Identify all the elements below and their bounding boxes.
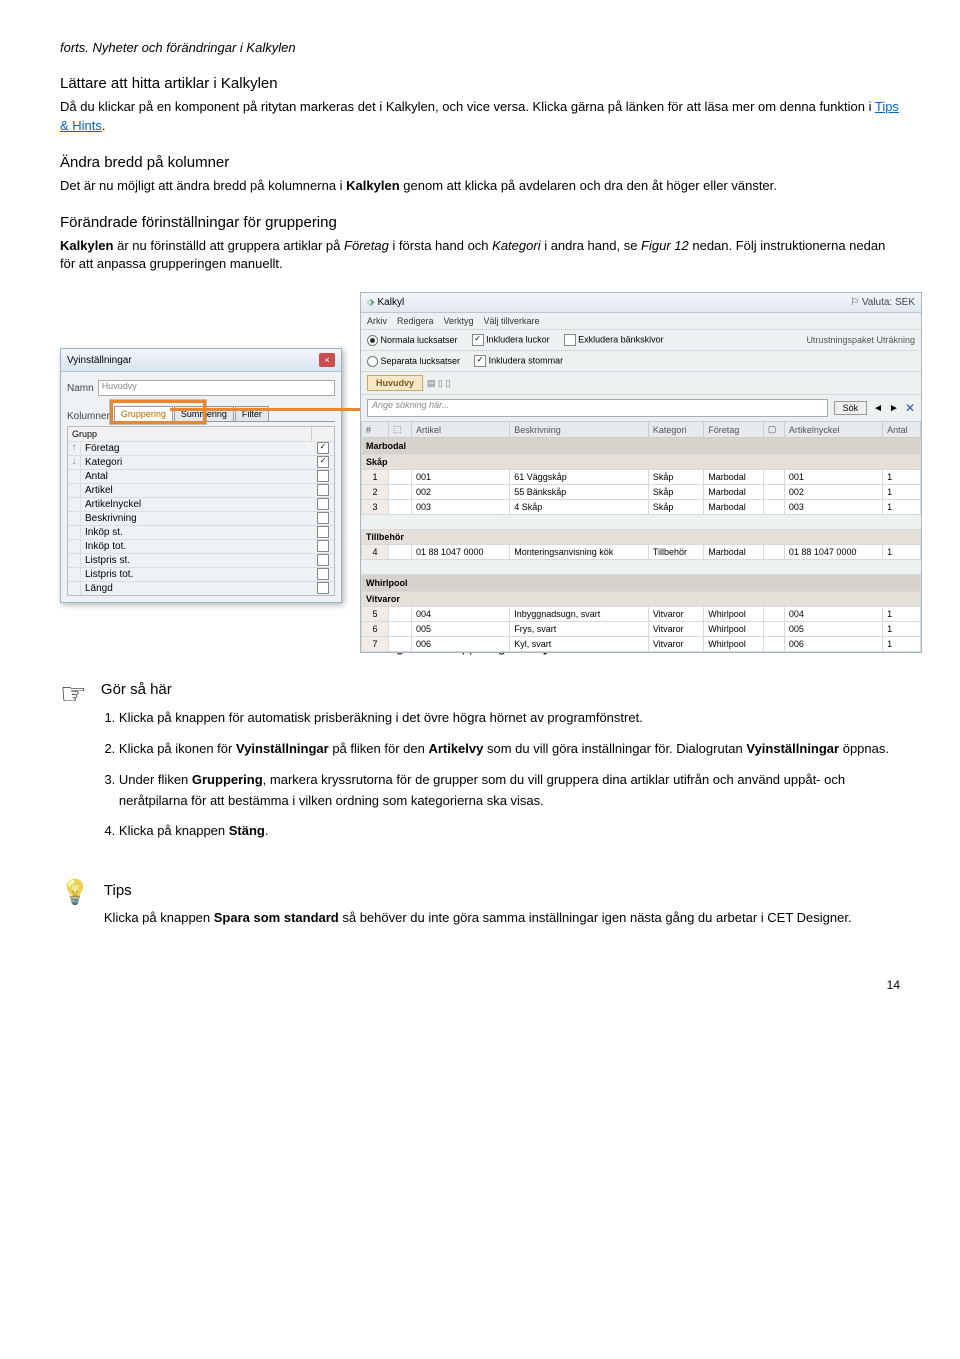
chk-exkl[interactable] bbox=[564, 334, 576, 346]
namn-label: Namn bbox=[67, 383, 94, 394]
list-item: Klicka på knappen för automatisk prisber… bbox=[119, 708, 900, 729]
table-row[interactable]: 6005Frys, svartVitvarorWhirlpool0051 bbox=[362, 622, 921, 637]
table-row[interactable]: 401 88 1047 0000Monteringsanvisning kökT… bbox=[362, 545, 921, 560]
chk-luckor[interactable] bbox=[472, 334, 484, 346]
checkbox[interactable] bbox=[317, 582, 329, 594]
menu-arkiv[interactable]: Arkiv bbox=[367, 316, 387, 326]
menu-redigera[interactable]: Redigera bbox=[397, 316, 434, 326]
callout-arrow bbox=[170, 408, 390, 411]
checkbox[interactable] bbox=[317, 498, 329, 510]
section2-title: Ändra bredd på kolumner bbox=[60, 154, 900, 171]
search-clear-icon[interactable]: ✕ bbox=[905, 401, 915, 415]
kol-label: Kolumner bbox=[67, 411, 110, 422]
section3-text: Kalkylen är nu förinställd att gruppera … bbox=[60, 237, 900, 275]
tips-text: Klicka på knappen Spara som standard så … bbox=[104, 909, 900, 928]
kalkyl-window: ⬗ Kalkyl ⚐ Valuta: SEK Arkiv Redigera Ve… bbox=[360, 292, 922, 653]
section3-title: Förändrade förinställningar för grupperi… bbox=[60, 214, 900, 231]
list-item: Klicka på knappen Stäng. bbox=[119, 821, 900, 842]
close-icon[interactable]: × bbox=[319, 353, 335, 367]
checkbox[interactable] bbox=[317, 484, 329, 496]
checkbox[interactable] bbox=[317, 526, 329, 538]
tips-title: Tips bbox=[104, 882, 900, 899]
table-row[interactable]: 5004Inbyggnadsugn, svartVitvarorWhirlpoo… bbox=[362, 607, 921, 622]
radio-normala[interactable] bbox=[367, 335, 378, 346]
tab-tools-icon[interactable]: ▤ ▯ ▯ bbox=[427, 378, 450, 389]
search-button[interactable]: Sök bbox=[834, 401, 868, 415]
right-links[interactable]: Utrustningspaket Uträkning bbox=[806, 335, 915, 345]
chk-stommar[interactable] bbox=[474, 355, 486, 367]
table-row[interactable]: 100161 VäggskåpSkåpMarbodal0011 bbox=[362, 470, 921, 485]
pointing-hand-icon: ☞ bbox=[60, 677, 87, 712]
instructions-list: Klicka på knappen för automatisk prisber… bbox=[119, 708, 900, 842]
arrow-up-icon[interactable]: ↑ bbox=[68, 442, 81, 455]
search-prev-icon[interactable]: ◄ bbox=[873, 403, 883, 414]
search-input[interactable]: Ange sökning här... bbox=[367, 399, 828, 417]
namn-input[interactable]: Huvudvy bbox=[98, 380, 335, 396]
lightbulb-icon: 💡 bbox=[60, 878, 90, 942]
arrow-down-icon[interactable]: ↓ bbox=[68, 456, 81, 469]
gor-title: Gör så här bbox=[101, 681, 900, 698]
tab-huvudvy[interactable]: Huvudvy bbox=[367, 375, 423, 391]
figure-12: Vyinställningar × Namn Huvudvy Kolumner … bbox=[60, 292, 900, 622]
checkbox[interactable] bbox=[317, 554, 329, 566]
list-item: Klicka på ikonen för Vyinställningar på … bbox=[119, 739, 900, 760]
valuta-label: ⚐ Valuta: SEK bbox=[850, 297, 915, 308]
menu-bar: Arkiv Redigera Verktyg Välj tillverkare bbox=[361, 313, 921, 330]
menu-verktyg[interactable]: Verktyg bbox=[444, 316, 474, 326]
page-header: forts. Nyheter och förändringar i Kalkyl… bbox=[60, 40, 900, 55]
list-item: Under fliken Gruppering, markera kryssru… bbox=[119, 770, 900, 812]
checkbox[interactable] bbox=[317, 442, 329, 454]
checkbox[interactable] bbox=[317, 470, 329, 482]
table-row[interactable]: 200255 BänkskåpSkåpMarbodal0021 bbox=[362, 485, 921, 500]
section2-text: Det är nu möjligt att ändra bredd på kol… bbox=[60, 177, 900, 196]
table-row[interactable]: 30034 SkåpSkåpMarbodal0031 bbox=[362, 500, 921, 515]
vy-title-text: Vyinställningar bbox=[67, 355, 132, 366]
page-number: 14 bbox=[60, 978, 900, 992]
kalkyl-table: #⬚ArtikelBeskrivningKategoriFöretag▢Arti… bbox=[361, 421, 921, 652]
grupp-header: Grupp bbox=[68, 427, 312, 441]
table-row[interactable]: 7006Kyl, svartVitvarorWhirlpool0061 bbox=[362, 637, 921, 652]
radio-separata[interactable] bbox=[367, 356, 378, 367]
vy-dialog: Vyinställningar × Namn Huvudvy Kolumner … bbox=[60, 348, 342, 603]
highlight-rect bbox=[110, 400, 206, 424]
checkbox[interactable] bbox=[317, 568, 329, 580]
section1-text: Då du klickar på en komponent på ritytan… bbox=[60, 98, 900, 136]
checkbox[interactable] bbox=[317, 540, 329, 552]
kalkyl-title: ⬗ Kalkyl bbox=[367, 297, 404, 308]
menu-tillverkare[interactable]: Välj tillverkare bbox=[484, 316, 540, 326]
section1-title: Lättare att hitta artiklar i Kalkylen bbox=[60, 75, 900, 92]
checkbox[interactable] bbox=[317, 512, 329, 524]
search-next-icon[interactable]: ► bbox=[889, 403, 899, 414]
checkbox[interactable] bbox=[317, 456, 329, 468]
